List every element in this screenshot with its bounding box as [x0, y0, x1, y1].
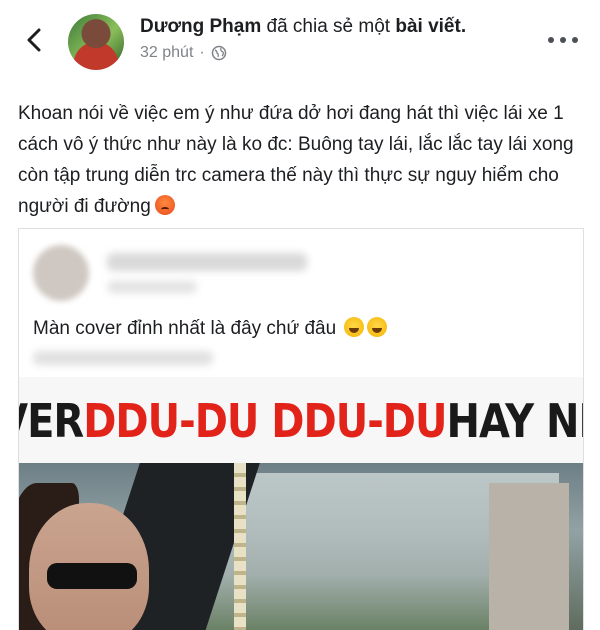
post-header: Dương Phạm đã chia sẻ một bài viết. 32 p… [0, 0, 600, 82]
video-frame[interactable] [19, 463, 583, 630]
author-avatar[interactable] [68, 14, 124, 70]
shared-post-text: Màn cover đỉnh nhất là đây chứ đâu [33, 317, 388, 340]
background-building [489, 483, 569, 630]
tears-of-joy-icon [367, 317, 388, 337]
tears-of-joy-icon [344, 317, 365, 337]
blurred-time [107, 281, 197, 293]
post-time[interactable]: 32 phút [140, 44, 193, 62]
banner-part-2: DDU-DU DDU-DU [83, 395, 447, 449]
author-name[interactable]: Dương Phạm [140, 16, 261, 37]
banner-part-1: COVER [19, 395, 84, 449]
banner-part-3: HAY NHẤT [446, 395, 583, 449]
more-options-button[interactable] [548, 30, 578, 50]
shared-object-link[interactable]: bài viết. [395, 16, 466, 37]
blurred-line [33, 351, 213, 365]
shared-post-card[interactable]: Màn cover đỉnh nhất là đây chứ đâu COVER… [18, 228, 584, 630]
shared-text: Màn cover đỉnh nhất là đây chứ đâu [33, 318, 337, 339]
angry-face-icon [154, 195, 175, 215]
blurred-avatar [33, 245, 89, 301]
post-body: Khoan nói về việc em ý như đứa dở hơi đa… [18, 98, 586, 222]
action-text: đã chia sẻ một [266, 16, 391, 37]
back-button[interactable] [20, 22, 48, 58]
sunglasses [47, 563, 137, 589]
chevron-left-icon [27, 28, 41, 52]
blurred-name [107, 253, 307, 271]
globe-icon [211, 45, 226, 61]
post-meta: 32 phút · [140, 44, 227, 62]
hanging-charm [234, 463, 246, 630]
more-dots-icon [548, 37, 554, 43]
video-title-banner: COVER DDU-DU DDU-DU HAY NHẤT [19, 377, 583, 467]
post-text: Khoan nói về việc em ý như đứa dở hơi đa… [18, 103, 574, 217]
header-title: Dương Phạm đã chia sẻ một bài viết. [140, 16, 466, 38]
meta-separator: · [199, 44, 205, 61]
